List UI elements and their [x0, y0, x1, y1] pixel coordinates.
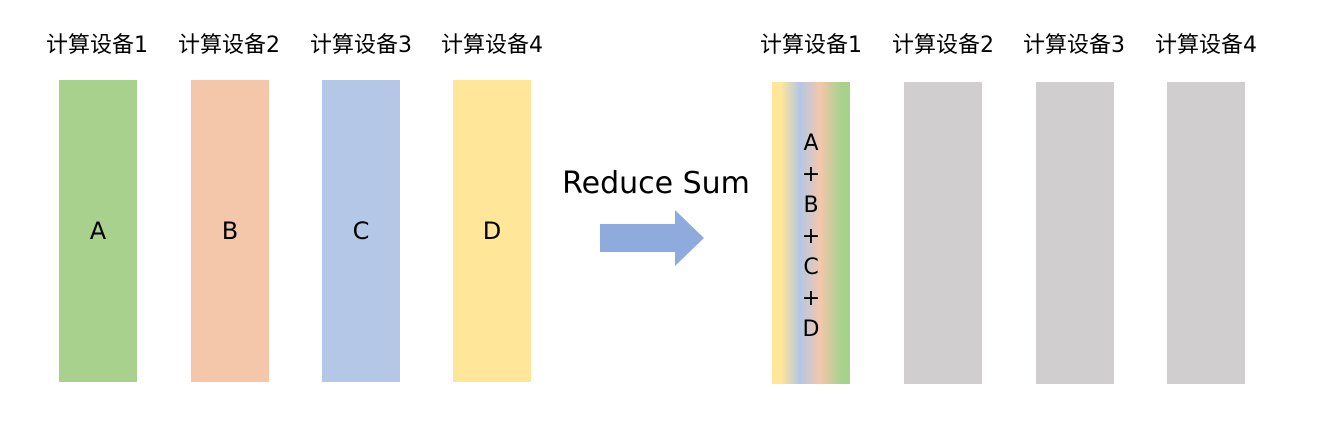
- left-device-2-value: B: [221, 217, 239, 245]
- sum-term-a: A: [803, 131, 819, 156]
- right-device-1-label: 计算设备1: [760, 33, 862, 58]
- left-device-1-label: 计算设备1: [46, 33, 148, 58]
- right-device-2-label: 计算设备2: [892, 33, 994, 58]
- sum-plus-1: +: [801, 162, 821, 187]
- sum-plus-2: +: [801, 224, 821, 249]
- right-arrow-icon: [600, 210, 704, 266]
- right-device-3-bar: [1036, 82, 1114, 384]
- left-device-4-label: 计算设备4: [441, 33, 543, 58]
- sum-plus-3: +: [801, 286, 821, 311]
- left-device-1-bar: A: [59, 80, 137, 382]
- right-device-2-bar: [904, 82, 982, 384]
- sum-term-b: B: [803, 193, 819, 218]
- right-device-3-label: 计算设备3: [1023, 33, 1125, 58]
- left-device-1-value: A: [89, 217, 107, 245]
- reduce-sum-label: Reduce Sum: [562, 166, 750, 201]
- left-device-4-bar: D: [453, 80, 531, 382]
- left-device-4-value: D: [482, 217, 502, 245]
- right-device-1-sum-bar: A + B + C + D: [772, 82, 850, 384]
- left-device-3-bar: C: [322, 80, 400, 382]
- right-device-4-label: 计算设备4: [1155, 33, 1257, 58]
- left-device-2-bar: B: [191, 80, 269, 382]
- sum-term-c: C: [803, 255, 819, 280]
- sum-term-d: D: [802, 317, 820, 342]
- left-device-3-value: C: [352, 217, 370, 245]
- left-device-2-label: 计算设备2: [178, 33, 280, 58]
- left-device-3-label: 计算设备3: [310, 33, 412, 58]
- right-device-4-bar: [1167, 82, 1245, 384]
